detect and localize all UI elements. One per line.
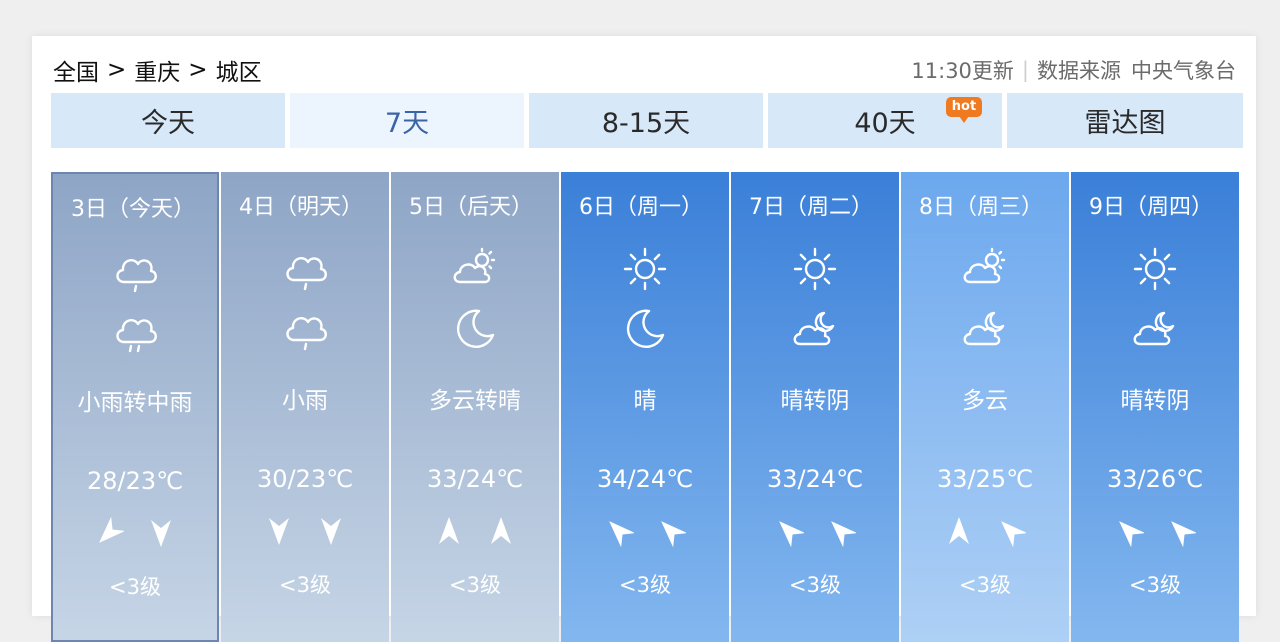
north-wind-icon	[146, 516, 176, 550]
breadcrumb-separator: >	[188, 57, 208, 83]
southeast-wind-icon	[826, 514, 856, 548]
forecast-date: 7日（周二）	[749, 195, 873, 220]
day-forecast-card[interactable]: 3日（今天） 小雨转中雨 28/23℃ <3级	[51, 172, 219, 642]
daily-forecast-list: 3日（今天） 小雨转中雨 28/23℃ <3级 4日（明天） 小雨 30/23℃ <3级 5日（…	[51, 172, 1241, 642]
southeast-wind-icon	[604, 514, 634, 548]
tab-label: 8-15天	[601, 108, 691, 139]
north-wind-icon	[316, 514, 346, 548]
source-label: 数据来源	[1037, 59, 1121, 83]
wind-level: <3级	[789, 573, 841, 597]
southeast-wind-icon	[656, 514, 686, 548]
day-forecast-card[interactable]: 8日（周三） 多云 33/25℃ <3级	[901, 172, 1069, 642]
day-forecast-card[interactable]: 7日（周二） 晴转阴 33/24℃ <3级	[731, 172, 899, 642]
tab-7-days[interactable]: 7天	[290, 93, 524, 148]
sun-icon	[561, 244, 729, 294]
tab-8-15-days[interactable]: 8-15天	[529, 93, 763, 148]
northeast-wind-icon	[94, 516, 124, 550]
cloudy-night-icon	[1071, 304, 1239, 354]
temperature-range: 30/23℃	[256, 465, 354, 493]
temperature-range: 34/24℃	[596, 465, 694, 493]
breadcrumb-province[interactable]: 重庆	[134, 53, 180, 87]
weather-description: 小雨	[282, 388, 328, 414]
southeast-wind-icon	[1166, 514, 1196, 548]
temperature-range: 33/25℃	[936, 465, 1034, 493]
wind-level: <3级	[959, 573, 1011, 597]
forecast-tabs: 今天 7天 8-15天 40天 hot 雷达图	[51, 93, 1243, 148]
weather-description: 小雨转中雨	[77, 390, 193, 416]
tab-40-days[interactable]: 40天 hot	[768, 93, 1002, 148]
wind-level: <3级	[1129, 573, 1181, 597]
temperature-range: 28/23℃	[86, 467, 184, 495]
temperature-range: 33/24℃	[766, 465, 864, 493]
tab-label: 7天	[384, 108, 430, 139]
wind-direction	[53, 516, 217, 550]
tab-radar[interactable]: 雷达图	[1007, 93, 1243, 148]
wind-direction	[391, 514, 559, 548]
sun-icon	[1071, 244, 1239, 294]
day-forecast-card[interactable]: 5日（后天） 多云转晴 33/24℃ <3级	[391, 172, 559, 642]
hot-badge: hot	[946, 97, 982, 123]
source-name: 中央气象台	[1131, 59, 1236, 83]
south-wind-icon	[434, 514, 464, 548]
moon-icon	[391, 304, 559, 354]
breadcrumb-separator: >	[107, 57, 127, 83]
wind-level: <3级	[279, 573, 331, 597]
southeast-wind-icon	[774, 514, 804, 548]
forecast-date: 8日（周三）	[919, 195, 1043, 220]
south-wind-icon	[944, 514, 974, 548]
cloudy-night-icon	[901, 304, 1069, 354]
temperature-range: 33/26℃	[1106, 465, 1204, 493]
tab-label: 雷达图	[1084, 108, 1166, 139]
weather-description: 晴转阴	[1120, 388, 1190, 414]
tab-label: 40天	[854, 108, 916, 139]
meta-divider: |	[1021, 58, 1029, 82]
update-info: 11:30更新 | 数据来源 中央气象台	[911, 53, 1236, 87]
breadcrumb-district[interactable]: 城区	[216, 53, 262, 87]
forecast-date: 4日（明天）	[239, 195, 363, 220]
forecast-date: 9日（周四）	[1089, 195, 1213, 220]
rain-light-icon	[221, 304, 389, 354]
partly-cloudy-icon	[901, 244, 1069, 294]
wind-level: <3级	[109, 575, 161, 599]
forecast-date: 5日（后天）	[409, 195, 533, 220]
weather-card: 全国 > 重庆 > 城区 11:30更新 | 数据来源 中央气象台 今天 7天 …	[32, 36, 1256, 642]
moon-icon	[561, 304, 729, 354]
tab-today[interactable]: 今天	[51, 93, 285, 148]
forecast-date: 6日（周一）	[579, 195, 703, 220]
wind-level: <3级	[449, 573, 501, 597]
day-forecast-card[interactable]: 9日（周四） 晴转阴 33/26℃ <3级	[1071, 172, 1239, 642]
cloudy-night-icon	[731, 304, 899, 354]
breadcrumb: 全国 > 重庆 > 城区	[53, 53, 262, 87]
sun-icon	[731, 244, 899, 294]
weather-description: 晴	[633, 388, 657, 414]
weather-description: 多云	[962, 388, 1008, 414]
rain-light-icon	[53, 246, 217, 296]
forecast-date: 3日（今天）	[71, 197, 195, 222]
southeast-wind-icon	[996, 514, 1026, 548]
temperature-range: 33/24℃	[426, 465, 524, 493]
update-time: 11:30更新	[911, 59, 1014, 83]
south-wind-icon	[486, 514, 516, 548]
tab-label: 今天	[141, 108, 195, 139]
wind-direction	[561, 514, 729, 548]
wind-direction	[221, 514, 389, 548]
north-wind-icon	[264, 514, 294, 548]
day-forecast-card[interactable]: 6日（周一） 晴 34/24℃ <3级	[561, 172, 729, 642]
day-forecast-card[interactable]: 4日（明天） 小雨 30/23℃ <3级	[221, 172, 389, 642]
wind-direction	[731, 514, 899, 548]
wind-direction	[901, 514, 1069, 548]
partly-cloudy-icon	[391, 244, 559, 294]
weather-description: 多云转晴	[429, 388, 521, 414]
weather-description: 晴转阴	[780, 388, 850, 414]
rain-light-icon	[221, 244, 389, 294]
breadcrumb-country[interactable]: 全国	[53, 53, 99, 87]
wind-level: <3级	[619, 573, 671, 597]
rain-medium-icon	[53, 306, 217, 356]
wind-direction	[1071, 514, 1239, 548]
southeast-wind-icon	[1114, 514, 1144, 548]
